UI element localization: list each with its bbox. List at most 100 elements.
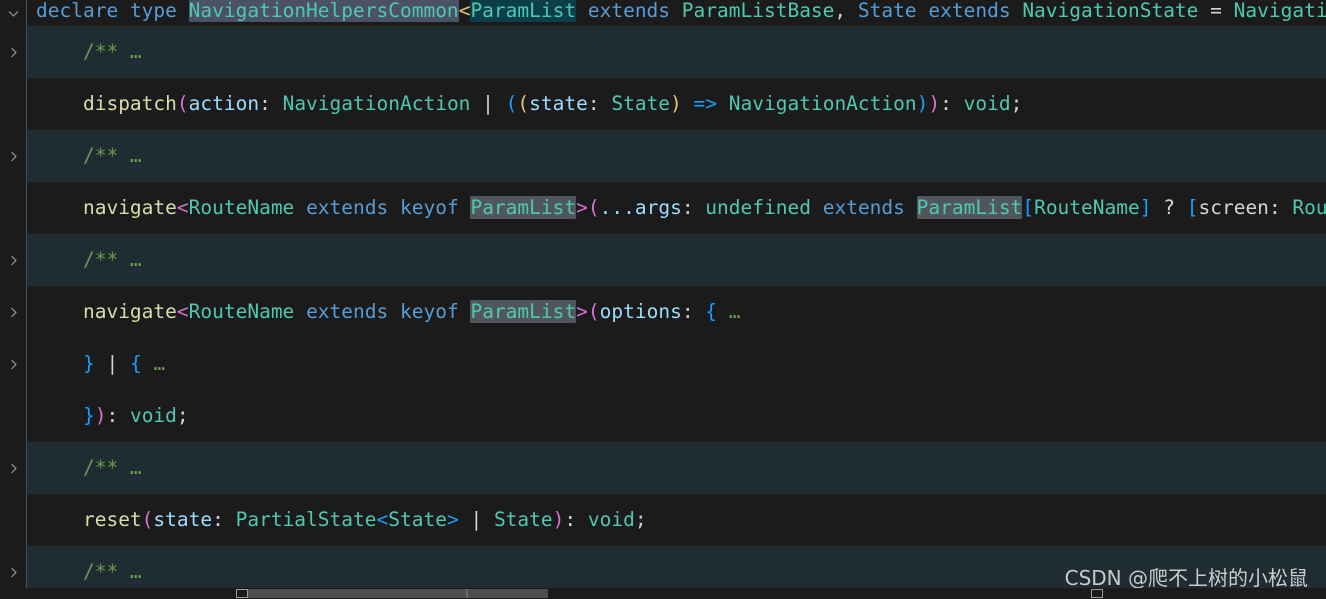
token: { <box>705 300 718 323</box>
editor-gutter[interactable] <box>0 0 26 599</box>
token: State <box>388 508 447 531</box>
token: RouteName <box>188 300 295 323</box>
token: ParamList <box>470 0 577 22</box>
token: keyof <box>400 300 459 323</box>
code-line-1[interactable]: declare type NavigationHelpersCommon<Par… <box>26 0 1326 26</box>
token: action <box>188 92 260 115</box>
horizontal-scrollbar-thumb[interactable] <box>248 589 548 598</box>
token: State <box>611 92 671 115</box>
gutter-fold-chevron-down-icon-line-1[interactable] <box>0 0 26 26</box>
token: ...args <box>599 196 682 219</box>
code-line-9[interactable]: }): void; <box>26 390 1326 442</box>
token: navigate <box>82 196 177 219</box>
code-content-area[interactable]: declare type NavigationHelpersCommon<Par… <box>26 0 1326 599</box>
gutter-fold-chevron-right-icon-line-2[interactable] <box>0 26 26 78</box>
token: : <box>564 508 588 531</box>
token: state <box>153 508 213 531</box>
token: ( <box>587 196 600 219</box>
token: ) <box>670 92 682 115</box>
code-line-4[interactable]: /** … <box>26 130 1326 182</box>
token: ? <box>1151 196 1187 219</box>
token: type <box>129 0 177 22</box>
code-line-3[interactable]: dispatch(action: NavigationAction | ((st… <box>26 78 1326 130</box>
token: ( <box>517 92 530 115</box>
token: : <box>259 92 283 115</box>
token: ) <box>552 508 565 531</box>
token: keyof <box>400 196 459 219</box>
code-line-11[interactable]: reset(state: PartialState<State> | State… <box>26 494 1326 546</box>
scrollbar-mark-1 <box>236 589 248 598</box>
watermark-text: CSDN @爬不上树的小松鼠 <box>1064 566 1308 590</box>
token: NavigationAction <box>728 92 917 115</box>
code-line-8[interactable]: } | { … <box>26 338 1326 390</box>
gutter-fold-chevron-right-icon-line-7[interactable] <box>0 286 26 338</box>
gutter-fold-chevron-right-icon-line-6[interactable] <box>0 234 26 286</box>
token: ParamList <box>470 196 577 219</box>
token: : <box>940 92 964 115</box>
gutter-fold-chevron-right-icon-line-4[interactable] <box>0 130 26 182</box>
token: extends <box>822 196 905 219</box>
token: /** … <box>82 456 142 479</box>
token: > <box>446 508 459 531</box>
horizontal-scrollbar[interactable] <box>0 588 1326 599</box>
gutter-fold-chevron-right-icon-line-8[interactable] <box>0 338 26 390</box>
token: ParamList <box>470 300 577 323</box>
token: NavigationHelpersCommon <box>188 0 459 22</box>
token: : <box>681 196 706 219</box>
token: void <box>129 404 177 427</box>
token: dispatch <box>82 92 177 115</box>
token: navigate <box>82 300 177 323</box>
token: reset <box>82 508 142 531</box>
token: PartialState <box>235 508 377 531</box>
code-lines: declare type NavigationHelpersCommon<Par… <box>26 0 1326 599</box>
token: State <box>857 0 917 22</box>
token: RouteName <box>1034 196 1140 219</box>
token: : <box>212 508 236 531</box>
token: undefined <box>705 196 811 219</box>
token: extends <box>306 300 389 323</box>
code-line-2[interactable]: /** … <box>26 26 1326 78</box>
scrollbar-mark-2 <box>1091 589 1103 598</box>
token: ( <box>587 300 600 323</box>
token: options <box>599 300 682 323</box>
code-line-6[interactable]: /** … <box>26 234 1326 286</box>
gutter-cell-line-5 <box>0 182 26 234</box>
token: ) <box>916 92 929 115</box>
token: < <box>176 300 189 323</box>
code-line-10[interactable]: /** … <box>26 442 1326 494</box>
token: < <box>458 0 471 22</box>
token: extends <box>928 0 1011 22</box>
code-line-5[interactable]: navigate<RouteName extends keyof ParamLi… <box>26 182 1326 234</box>
gutter-cell-line-3 <box>0 78 26 130</box>
token: ; <box>176 404 189 427</box>
token: | <box>470 92 506 115</box>
indent-guide <box>26 0 27 599</box>
code-line-7[interactable]: navigate<RouteName extends keyof ParamLi… <box>26 286 1326 338</box>
scrollbar-thumb-seam <box>466 589 468 598</box>
token: RouteName <box>188 196 295 219</box>
gutter-fold-chevron-right-icon-line-10[interactable] <box>0 442 26 494</box>
token: state <box>529 92 588 115</box>
token: [ <box>1022 196 1035 219</box>
token: => <box>693 92 718 115</box>
token: ; <box>634 508 647 531</box>
token: … <box>717 300 741 323</box>
token: NavigationAction <box>282 92 471 115</box>
